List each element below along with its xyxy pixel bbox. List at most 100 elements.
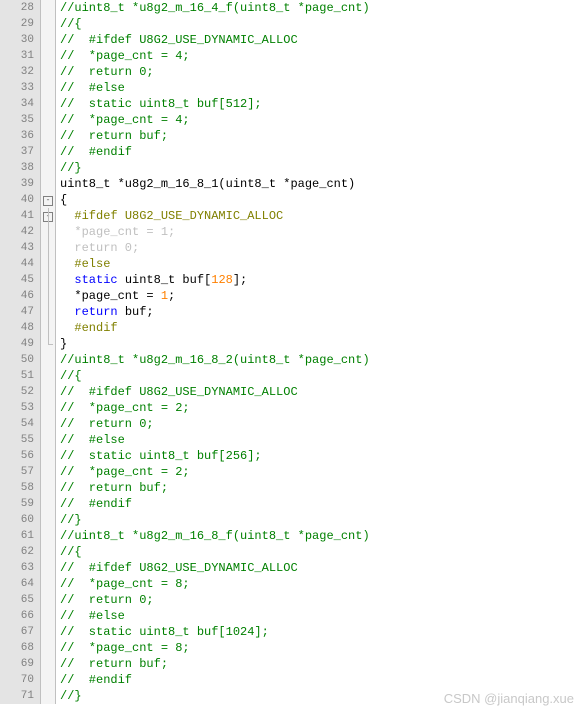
code-content[interactable]: //uint8_t *u8g2_m_16_8_2(uint8_t *page_c… [56,352,370,368]
code-line[interactable]: 49} [0,336,584,352]
code-line[interactable]: 40-{ [0,192,584,208]
code-line[interactable]: 31// *page_cnt = 4; [0,48,584,64]
line-number: 48 [0,320,41,336]
code-line[interactable]: 47 return buf; [0,304,584,320]
code-content[interactable]: { [56,192,67,208]
code-line[interactable]: 62//{ [0,544,584,560]
code-content[interactable]: // *page_cnt = 8; [56,576,190,592]
code-content[interactable]: //uint8_t *u8g2_m_16_8_f(uint8_t *page_c… [56,528,370,544]
fold-gutter [41,0,56,16]
code-content[interactable]: #endif [56,320,118,336]
code-content[interactable]: *page_cnt = 1; [56,224,175,240]
code-content[interactable]: #else [56,256,110,272]
code-line[interactable]: 57// *page_cnt = 2; [0,464,584,480]
code-line[interactable]: 48 #endif [0,320,584,336]
code-line[interactable]: 71//} [0,688,584,704]
code-content[interactable]: } [56,336,67,352]
code-content[interactable]: //} [56,160,82,176]
code-content[interactable]: // *page_cnt = 4; [56,48,190,64]
code-line[interactable]: 52 // #ifdef U8G2_USE_DYNAMIC_ALLOC [0,384,584,400]
code-line[interactable]: 42 *page_cnt = 1; [0,224,584,240]
code-content[interactable]: // #endif [56,144,132,160]
code-line[interactable]: 41- #ifdef U8G2_USE_DYNAMIC_ALLOC [0,208,584,224]
code-line[interactable]: 33// #else [0,80,584,96]
code-content[interactable]: // return 0; [56,416,154,432]
code-line[interactable]: 64// *page_cnt = 8; [0,576,584,592]
code-line[interactable]: 60//} [0,512,584,528]
fold-collapse-icon[interactable]: - [43,196,53,206]
code-line[interactable]: 35// *page_cnt = 4; [0,112,584,128]
code-content[interactable]: //uint8_t *u8g2_m_16_4_f(uint8_t *page_c… [56,0,370,16]
code-line[interactable]: 43 return 0; [0,240,584,256]
code-content[interactable]: // #endif [56,672,132,688]
code-content[interactable]: // *page_cnt = 2; [56,464,190,480]
code-content[interactable]: // #ifdef U8G2_USE_DYNAMIC_ALLOC [56,32,298,48]
code-line[interactable]: 55// #else [0,432,584,448]
code-content[interactable]: // static uint8_t buf[256]; [56,448,262,464]
code-line[interactable]: 45 static uint8_t buf[128]; [0,272,584,288]
code-line[interactable]: 51//{ [0,368,584,384]
code-line[interactable]: 32// return 0; [0,64,584,80]
code-content[interactable]: // *page_cnt = 4; [56,112,190,128]
code-line[interactable]: 39uint8_t *u8g2_m_16_8_1(uint8_t *page_c… [0,176,584,192]
code-line[interactable]: 58// return buf; [0,480,584,496]
code-line[interactable]: 29//{ [0,16,584,32]
code-content[interactable]: //{ [56,544,82,560]
code-content[interactable]: // #else [56,608,125,624]
fold-gutter[interactable]: - [41,192,56,208]
code-content[interactable]: // return buf; [56,128,168,144]
code-line[interactable]: 65// return 0; [0,592,584,608]
code-line[interactable]: 66// #else [0,608,584,624]
code-line[interactable]: 46 *page_cnt = 1; [0,288,584,304]
code-content[interactable]: // return 0; [56,592,154,608]
line-number: 49 [0,336,41,352]
code-content[interactable]: // *page_cnt = 8; [56,640,190,656]
code-line[interactable]: 28//uint8_t *u8g2_m_16_4_f(uint8_t *page… [0,0,584,16]
fold-gutter [41,592,56,608]
line-number: 52 [0,384,41,400]
code-content[interactable]: // *page_cnt = 2; [56,400,190,416]
code-content[interactable]: static uint8_t buf[128]; [56,272,247,288]
code-line[interactable]: 56// static uint8_t buf[256]; [0,448,584,464]
code-content[interactable]: *page_cnt = 1; [56,288,175,304]
code-line[interactable]: 68// *page_cnt = 8; [0,640,584,656]
code-content[interactable]: // #else [56,80,125,96]
code-content[interactable]: //} [56,512,82,528]
code-content[interactable]: //{ [56,16,82,32]
code-content[interactable]: uint8_t *u8g2_m_16_8_1(uint8_t *page_cnt… [56,176,355,192]
code-content[interactable]: // static uint8_t buf[512]; [56,96,262,112]
code-line[interactable]: 67// static uint8_t buf[1024]; [0,624,584,640]
code-content[interactable]: // return buf; [56,656,168,672]
code-line[interactable]: 30// #ifdef U8G2_USE_DYNAMIC_ALLOC [0,32,584,48]
code-content[interactable]: #ifdef U8G2_USE_DYNAMIC_ALLOC [56,208,283,224]
code-line[interactable]: 34// static uint8_t buf[512]; [0,96,584,112]
code-content[interactable]: // #else [56,432,125,448]
code-content[interactable]: // return buf; [56,480,168,496]
code-content[interactable]: // static uint8_t buf[1024]; [56,624,269,640]
code-editor[interactable]: 28//uint8_t *u8g2_m_16_4_f(uint8_t *page… [0,0,584,704]
code-line[interactable]: 53// *page_cnt = 2; [0,400,584,416]
fold-gutter[interactable]: - [41,208,56,224]
code-line[interactable]: 44 #else [0,256,584,272]
code-line[interactable]: 37// #endif [0,144,584,160]
code-line[interactable]: 69// return buf; [0,656,584,672]
code-line[interactable]: 36// return buf; [0,128,584,144]
code-content[interactable]: // #ifdef U8G2_USE_DYNAMIC_ALLOC [56,560,298,576]
code-content[interactable]: // #ifdef U8G2_USE_DYNAMIC_ALLOC [56,384,298,400]
code-line[interactable]: 61//uint8_t *u8g2_m_16_8_f(uint8_t *page… [0,528,584,544]
code-content[interactable]: //} [56,688,82,704]
code-line[interactable]: 50//uint8_t *u8g2_m_16_8_2(uint8_t *page… [0,352,584,368]
code-line[interactable]: 54// return 0; [0,416,584,432]
code-line[interactable]: 38//} [0,160,584,176]
code-content[interactable]: return buf; [56,304,154,320]
code-line[interactable]: 63// #ifdef U8G2_USE_DYNAMIC_ALLOC [0,560,584,576]
code-content[interactable]: // #endif [56,496,132,512]
line-number: 42 [0,224,41,240]
fold-gutter [41,432,56,448]
code-content[interactable]: //{ [56,368,82,384]
code-content[interactable]: return 0; [56,240,139,256]
code-line[interactable]: 59 // #endif [0,496,584,512]
line-number: 59 [0,496,41,512]
code-line[interactable]: 70// #endif [0,672,584,688]
code-content[interactable]: // return 0; [56,64,154,80]
